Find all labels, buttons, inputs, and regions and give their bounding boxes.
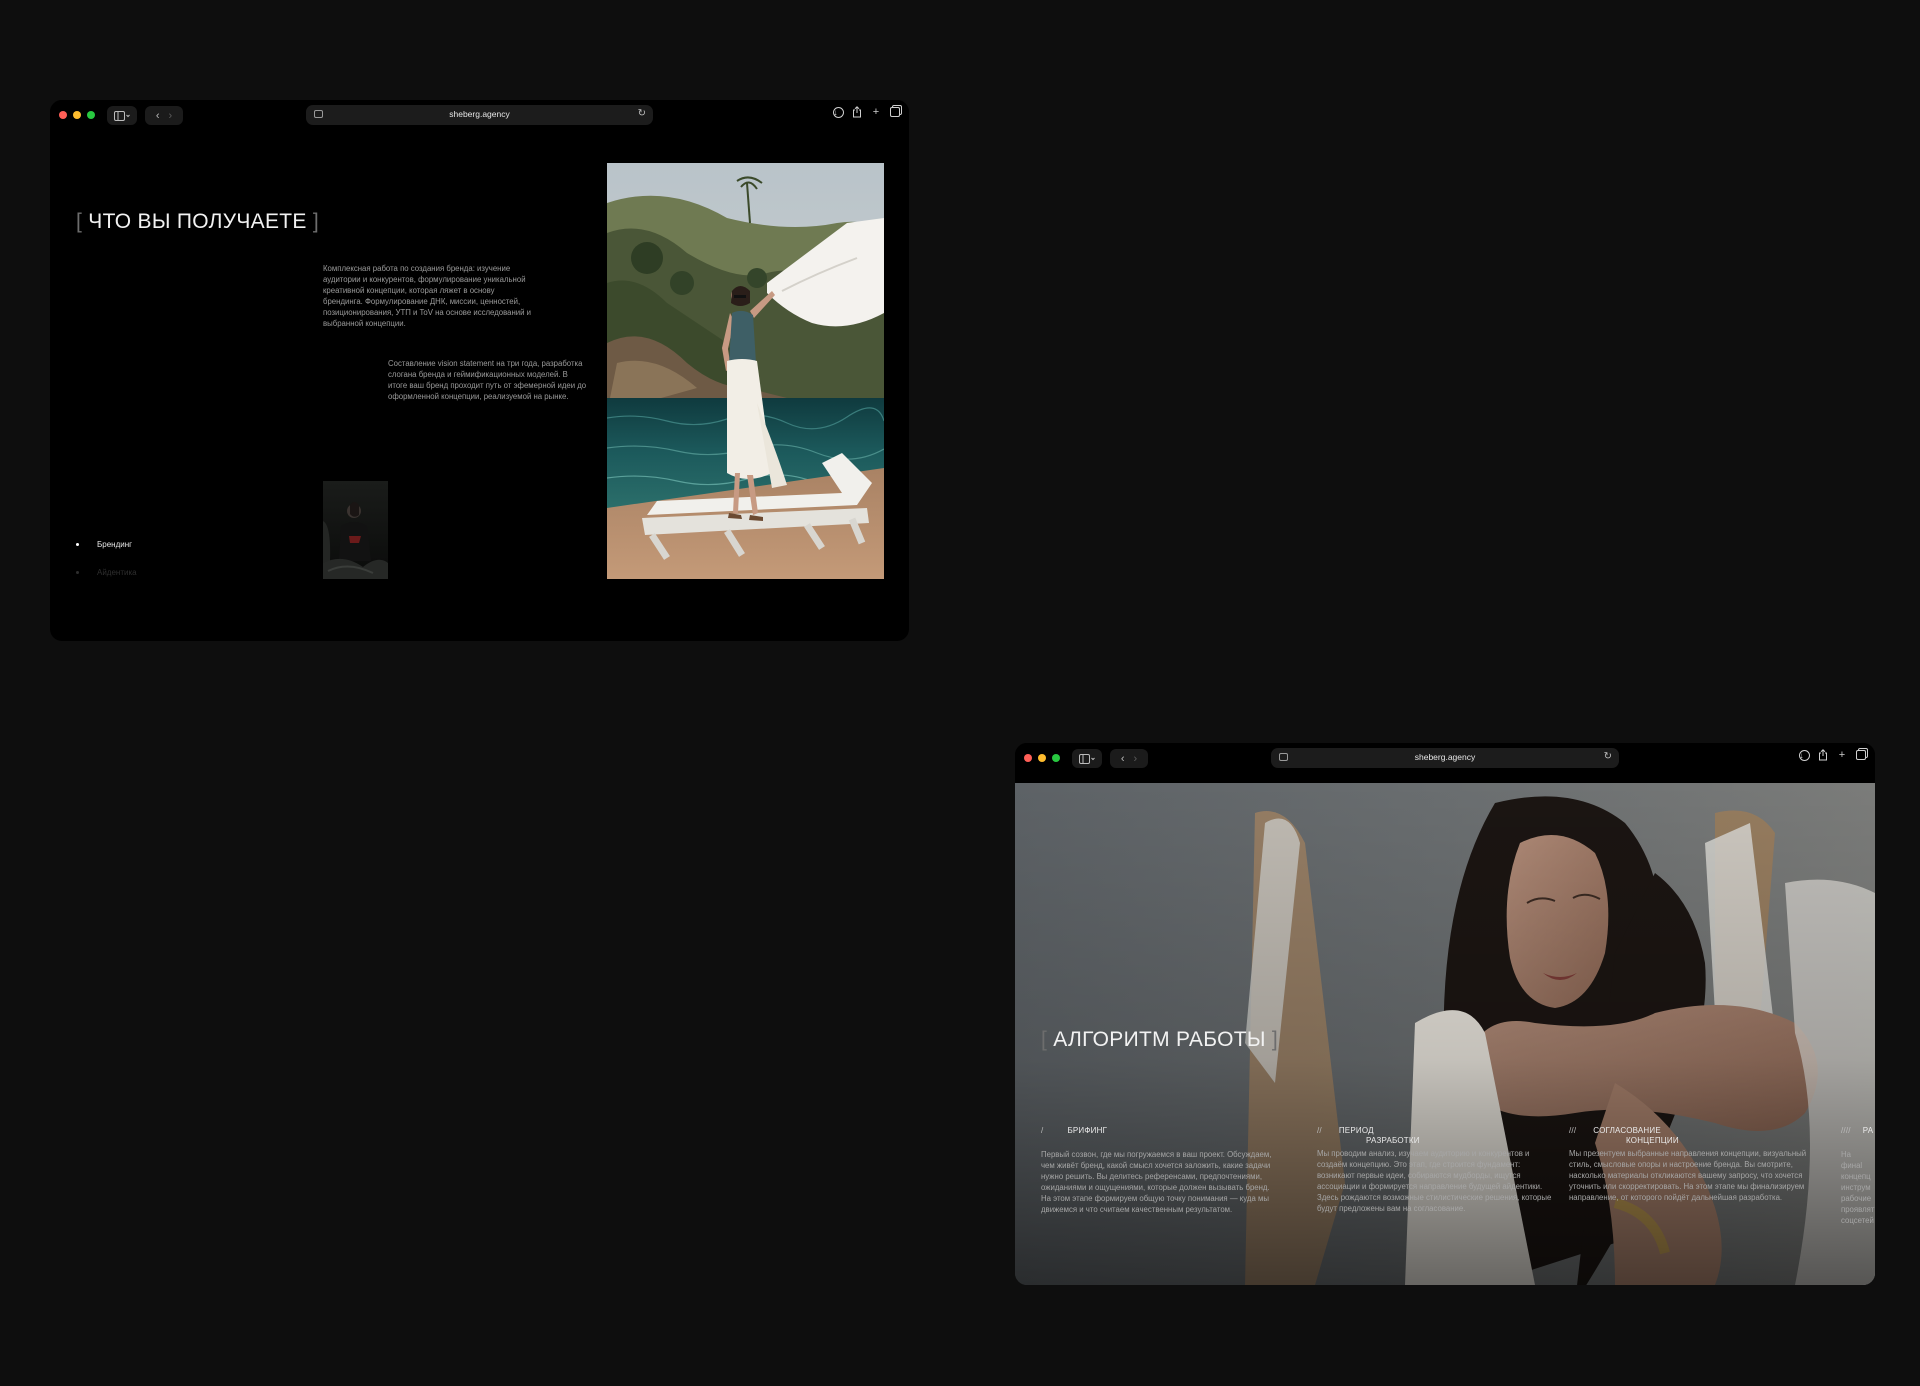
step-description: Первый созвон, где мы погружаемся в ваш … bbox=[1041, 1150, 1272, 1214]
step-description: Мы презентуем выбранные направления конц… bbox=[1569, 1149, 1807, 1202]
close-window-button[interactable] bbox=[1024, 754, 1032, 762]
browser-toolbar: ‹ › sheberg.agency ↻ ↓ + bbox=[50, 100, 909, 130]
step-description: Мы проводим анализ, изучаем аудиторию и … bbox=[1317, 1149, 1552, 1213]
process-step-2: // ПЕРИОД РАЗРАБОТКИ Мы проводим анализ, … bbox=[1317, 1126, 1557, 1214]
service-list-item-branding[interactable]: Брендинг bbox=[76, 540, 132, 549]
chevron-left-icon[interactable]: ‹ bbox=[156, 110, 160, 122]
service-list-item-label: Брендинг bbox=[97, 540, 133, 549]
step-number: //// bbox=[1841, 1126, 1851, 1135]
sidebar-icon bbox=[114, 110, 130, 121]
bullet-icon bbox=[76, 571, 79, 574]
plus-icon[interactable]: + bbox=[1836, 749, 1848, 761]
section-heading: [ АЛГОРИТМ РАБОТЫ ] bbox=[1041, 1028, 1279, 1051]
toolbar-actions: ↓ + bbox=[1798, 749, 1867, 761]
step-number: // bbox=[1317, 1126, 1322, 1135]
process-step-3: /// СОГЛАСОВАНИЕ КОНЦЕПЦИИ Мы презентуем … bbox=[1569, 1126, 1809, 1203]
window-controls bbox=[59, 111, 95, 119]
address-bar-url: sheberg.agency bbox=[1414, 752, 1476, 762]
address-bar-url: sheberg.agency bbox=[449, 109, 510, 119]
hero-photo-woman-on-sunbed[interactable] bbox=[607, 163, 884, 579]
download-icon[interactable]: ↓ bbox=[1798, 749, 1810, 761]
browser-window-what-you-get: ‹ › sheberg.agency ↻ ↓ + [ ЧТО ВЫ ПОЛУЧА… bbox=[50, 100, 909, 641]
sidebar-toggle-button[interactable] bbox=[1072, 749, 1102, 768]
window-controls bbox=[1024, 754, 1060, 762]
fullscreen-window-button[interactable] bbox=[1052, 754, 1060, 762]
minimize-window-button[interactable] bbox=[73, 111, 81, 119]
step-number: /// bbox=[1569, 1126, 1577, 1135]
reload-icon[interactable]: ↻ bbox=[638, 108, 646, 119]
fullscreen-window-button[interactable] bbox=[87, 111, 95, 119]
step-title-line-2: КОНЦЕПЦИИ bbox=[1626, 1136, 1679, 1145]
section-heading-text: АЛГОРИТМ РАБОТЫ bbox=[1053, 1028, 1266, 1051]
step-description: На финаl концепц инструм рабочие проявля… bbox=[1841, 1150, 1875, 1225]
service-list-item-identity[interactable]: Айдентика bbox=[76, 568, 137, 577]
address-bar[interactable]: sheberg.agency ↻ bbox=[1271, 748, 1619, 768]
description-paragraph: Комплексная работа по создания бренда: и… bbox=[323, 264, 532, 328]
step-title: РА bbox=[1862, 1126, 1874, 1135]
chevron-right-icon[interactable]: › bbox=[1134, 753, 1138, 765]
section-heading-text: ЧТО ВЫ ПОЛУЧАЕТЕ bbox=[88, 210, 307, 233]
minimize-window-button[interactable] bbox=[1038, 754, 1046, 762]
address-bar[interactable]: sheberg.agency ↻ bbox=[306, 105, 653, 125]
navigation-buttons: ‹ › bbox=[145, 106, 183, 125]
toolbar-actions: ↓ + bbox=[832, 106, 901, 118]
sidebar-toggle-button[interactable] bbox=[107, 106, 137, 125]
download-icon[interactable]: ↓ bbox=[832, 106, 844, 118]
process-step-1: / БРИФИНГ Первый созвон, где мы погружаем… bbox=[1041, 1126, 1281, 1215]
thumbnail-photo[interactable] bbox=[323, 481, 388, 579]
sidebar-icon bbox=[1079, 753, 1095, 764]
process-step-4: //// РА На финаl концепц инструм рабочие … bbox=[1841, 1126, 1875, 1226]
step-number: / bbox=[1041, 1126, 1044, 1135]
browser-window-work-algorithm: ‹ › sheberg.agency ↻ ↓ + [АЛГОРИТМ РАБО… bbox=[1015, 743, 1875, 1285]
tabs-overview-icon[interactable] bbox=[890, 107, 900, 117]
step-title: СОГЛАСОВАНИЕ bbox=[1593, 1126, 1661, 1135]
chevron-right-icon[interactable]: › bbox=[169, 110, 173, 122]
service-list-item-label: Айдентика bbox=[97, 568, 137, 577]
vision-paragraph: Составление vision statement на три года… bbox=[388, 359, 587, 401]
plus-icon[interactable]: + bbox=[870, 106, 882, 118]
share-icon[interactable] bbox=[1817, 749, 1829, 761]
close-window-button[interactable] bbox=[59, 111, 67, 119]
step-title-line-2: РАЗРАБОТКИ bbox=[1366, 1136, 1420, 1145]
tabs-overview-icon[interactable] bbox=[1856, 750, 1866, 760]
step-title: БРИФИНГ bbox=[1067, 1126, 1108, 1135]
step-title: ПЕРИОД bbox=[1338, 1126, 1374, 1135]
navigation-buttons: ‹ › bbox=[1110, 749, 1148, 768]
share-icon[interactable] bbox=[851, 106, 863, 118]
section-heading: [ ЧТО ВЫ ПОЛУЧАЕТЕ ] bbox=[76, 210, 320, 233]
browser-toolbar: ‹ › sheberg.agency ↻ ↓ + bbox=[1015, 743, 1875, 773]
reload-icon[interactable]: ↻ bbox=[1604, 751, 1612, 762]
chevron-left-icon[interactable]: ‹ bbox=[1121, 753, 1125, 765]
active-bullet-icon bbox=[76, 543, 79, 546]
